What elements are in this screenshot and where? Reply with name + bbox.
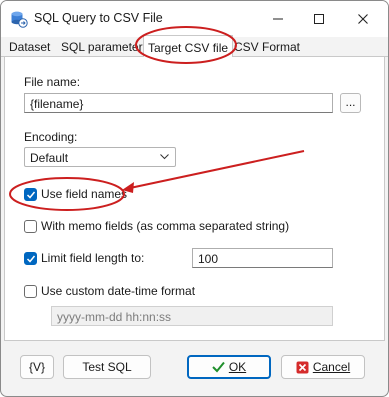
maximize-button[interactable] — [307, 7, 331, 31]
title-bar: SQL Query to CSV File — [1, 1, 388, 37]
use-field-names-checkbox[interactable] — [24, 188, 37, 201]
checkmark-icon — [212, 361, 225, 373]
limit-field-length-checkbox[interactable] — [24, 252, 37, 265]
datetime-format-input[interactable]: yyyy-mm-dd hh:nn:ss — [51, 306, 333, 326]
encoding-select[interactable]: Default — [24, 147, 176, 167]
checkmark-icon — [26, 255, 36, 263]
dialog-window: SQL Query to CSV File Dataset SQL parame… — [0, 0, 389, 397]
ok-button[interactable]: OK — [187, 355, 271, 379]
cancel-icon — [296, 361, 309, 373]
limit-field-length-row[interactable]: Limit field length to: — [24, 251, 184, 267]
encoding-label: Encoding: — [24, 130, 78, 144]
variables-button[interactable]: {V} — [20, 355, 54, 379]
database-to-file-icon — [11, 11, 28, 28]
minimize-button[interactable] — [266, 7, 290, 31]
tab-sql-parameters[interactable]: SQL parameters — [61, 40, 149, 54]
limit-field-length-label: Limit field length to: — [41, 251, 145, 265]
close-button[interactable] — [351, 7, 375, 31]
custom-datetime-row[interactable]: Use custom date-time format — [24, 284, 224, 300]
with-memo-fields-row[interactable]: With memo fields (as comma separated str… — [24, 219, 344, 235]
file-name-input[interactable]: {filename} — [24, 93, 333, 113]
field-length-input[interactable]: 100 — [192, 248, 333, 268]
tab-dataset[interactable]: Dataset — [9, 40, 50, 54]
tab-panel-target-csv-file: File name: {filename} ... Encoding: Defa… — [4, 57, 385, 341]
custom-datetime-checkbox[interactable] — [24, 285, 37, 298]
test-sql-button[interactable]: Test SQL — [63, 355, 151, 379]
custom-datetime-label: Use custom date-time format — [41, 284, 196, 298]
cancel-button-label: Cancel — [312, 360, 351, 374]
with-memo-fields-label: With memo fields (as comma separated str… — [41, 219, 290, 233]
test-sql-button-label: Test SQL — [82, 360, 132, 374]
chevron-down-icon — [160, 154, 169, 160]
maximize-icon — [314, 14, 324, 24]
close-icon — [358, 14, 368, 24]
window-title: SQL Query to CSV File — [34, 11, 163, 25]
browse-button[interactable]: ... — [340, 93, 361, 113]
variables-button-label: {V} — [28, 360, 46, 374]
cancel-button[interactable]: Cancel — [281, 355, 365, 379]
with-memo-fields-checkbox[interactable] — [24, 220, 37, 233]
minimize-icon — [273, 18, 283, 20]
tab-csv-format[interactable]: CSV Format — [234, 40, 300, 54]
encoding-selected-value: Default — [30, 151, 69, 165]
tab-target-csv-file[interactable]: Target CSV file — [143, 35, 234, 58]
use-field-names-row[interactable]: Use field names — [24, 187, 224, 203]
tab-strip: Dataset SQL parameters Target CSV file C… — [1, 35, 388, 58]
ok-button-label: OK — [228, 360, 247, 374]
checkmark-icon — [26, 191, 36, 199]
use-field-names-label: Use field names — [41, 187, 128, 201]
file-name-label: File name: — [24, 75, 81, 89]
